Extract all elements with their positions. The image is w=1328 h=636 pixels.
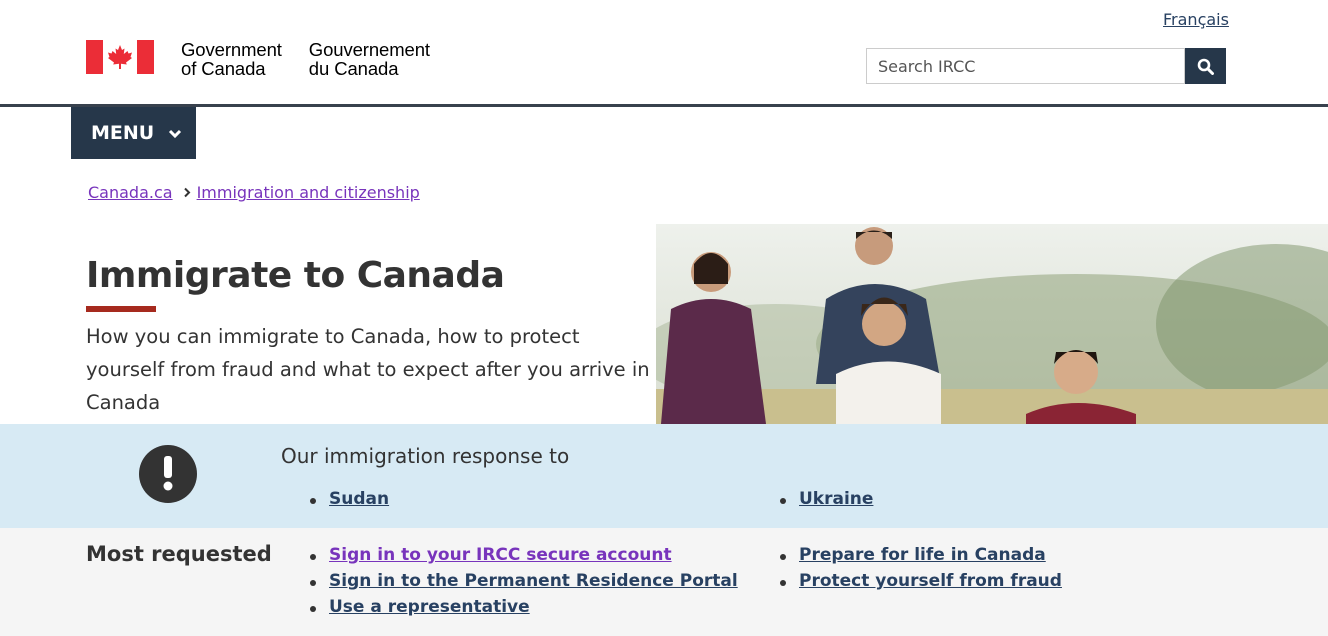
chevron-right-icon xyxy=(183,183,191,202)
breadcrumb: Canada.ca Immigration and citizenship xyxy=(88,183,420,202)
signature-fr-line2: du Canada xyxy=(308,58,399,79)
most-requested-title: Most requested xyxy=(86,542,272,566)
header-divider xyxy=(0,104,1328,107)
search-button[interactable] xyxy=(1185,48,1226,84)
ircc-secure-account-link[interactable]: Sign in to your IRCC secure account xyxy=(310,545,672,565)
permanent-residence-portal-link[interactable]: Sign in to the Permanent Residence Porta… xyxy=(310,571,738,591)
signature-en-line2: of Canada xyxy=(181,58,266,79)
alert-title: Our immigration response to xyxy=(281,444,570,468)
search-form xyxy=(866,48,1226,84)
search-icon xyxy=(1197,58,1214,75)
signature-english: Government of Canada xyxy=(181,40,282,78)
hero-family-photo xyxy=(656,224,1328,424)
prepare-for-life-link[interactable]: Prepare for life in Canada xyxy=(780,545,1046,565)
exclamation-icon xyxy=(139,445,197,503)
page-subtitle: How you can immigrate to Canada, how to … xyxy=(86,325,650,414)
use-representative-link[interactable]: Use a representative xyxy=(310,597,530,617)
title-underline xyxy=(86,306,156,312)
sudan-link[interactable]: Sudan xyxy=(309,489,389,509)
canada-flag xyxy=(86,40,154,74)
language-toggle-link[interactable]: Français xyxy=(1163,10,1229,29)
government-signature[interactable]: Government of Canada Gouvernement du Can… xyxy=(86,40,430,78)
menu-button[interactable]: MENU xyxy=(71,107,196,159)
alert-section xyxy=(0,424,1328,528)
ukraine-link[interactable]: Ukraine xyxy=(779,489,873,509)
protect-from-fraud-link[interactable]: Protect yourself from fraud xyxy=(780,571,1062,591)
signature-fr-line1: Gouvernement xyxy=(308,39,430,60)
signature-en-line1: Government xyxy=(181,39,282,60)
search-input[interactable] xyxy=(866,48,1185,84)
page-title: Immigrate to Canada xyxy=(86,255,505,296)
menu-label: MENU xyxy=(91,122,155,144)
maple-leaf-icon xyxy=(108,45,132,69)
breadcrumb-link-immigration[interactable]: Immigration and citizenship xyxy=(197,183,420,202)
chevron-down-icon xyxy=(168,122,182,144)
breadcrumb-link-canada[interactable]: Canada.ca xyxy=(88,183,173,202)
signature-french: Gouvernement du Canada xyxy=(309,40,430,78)
